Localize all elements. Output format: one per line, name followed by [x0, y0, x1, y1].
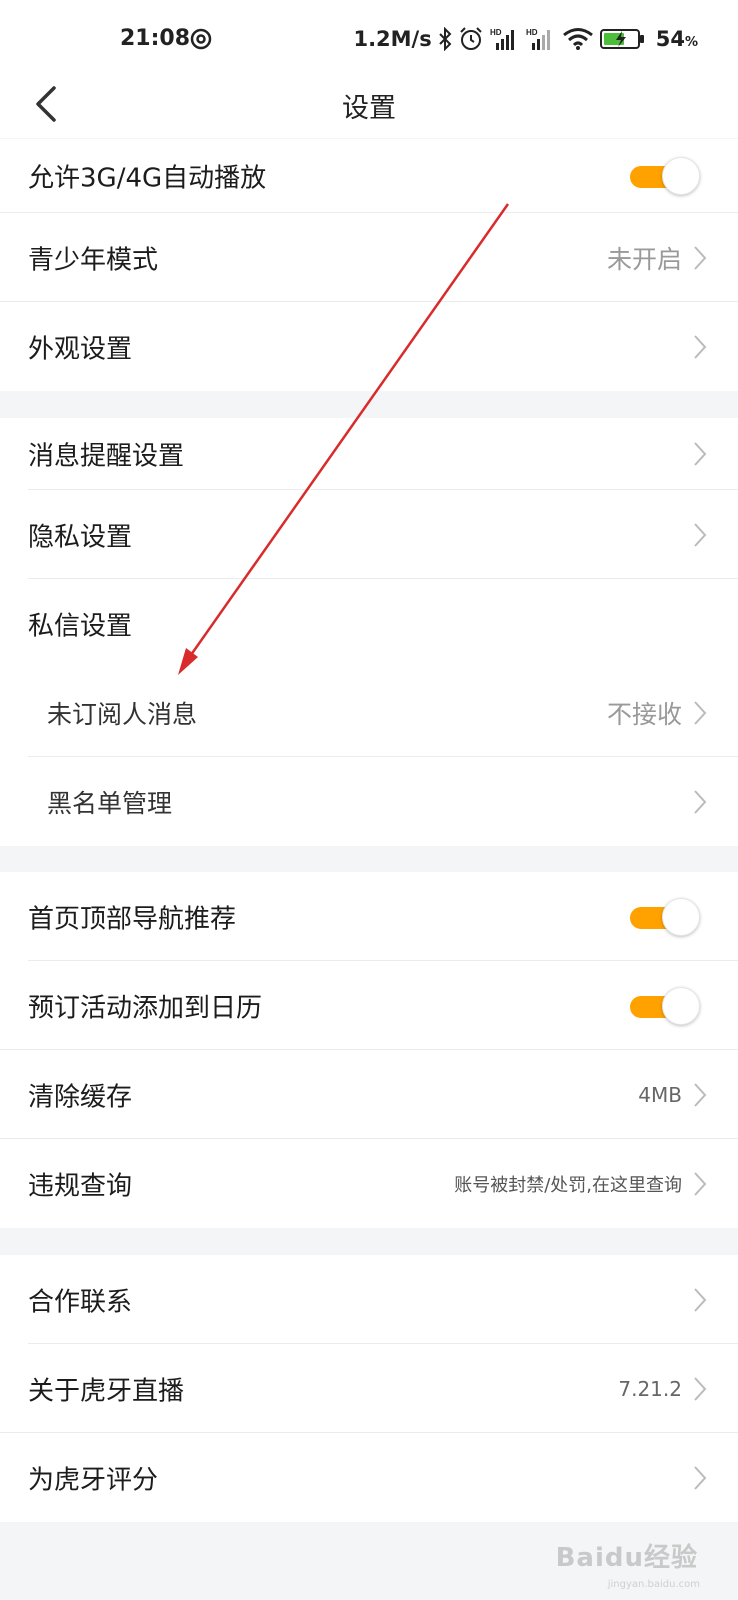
row-home-nav-recommend: 首页顶部导航推荐: [0, 872, 738, 961]
battery-percent-symbol: %: [684, 35, 698, 50]
settings-group-4: 合作联系 关于虎牙直播 7.21.2 为虎牙评分: [0, 1255, 738, 1522]
page-title: 设置: [342, 93, 396, 124]
row-clear-cache[interactable]: 清除缓存 4MB: [0, 1050, 738, 1139]
row-teen-mode[interactable]: 青少年模式 未开启: [0, 213, 738, 302]
row-privacy[interactable]: 隐私设置: [0, 490, 738, 579]
network-speed: 1.2M/s: [353, 27, 432, 51]
svg-text:HD: HD: [490, 28, 502, 37]
row-label: 黑名单管理: [47, 788, 173, 818]
wifi-icon: [562, 28, 593, 50]
row-label: 隐私设置: [28, 522, 133, 552]
hd-signal-icon: HD: [526, 28, 550, 50]
row-label: 消息提醒设置: [28, 441, 185, 472]
row-about[interactable]: 关于虎牙直播 7.21.2: [0, 1344, 738, 1433]
row-autoplay: 允许3G/4G自动播放: [0, 139, 738, 213]
row-cooperation[interactable]: 合作联系: [0, 1255, 738, 1344]
row-rate[interactable]: 为虎牙评分: [0, 1433, 738, 1522]
toggle-knob: [662, 157, 700, 195]
watermark: Baidu经验: [555, 1543, 698, 1573]
row-value: 未开启: [606, 244, 682, 274]
hd-signal-icon: HD: [490, 28, 514, 50]
row-label: 首页顶部导航推荐: [28, 904, 237, 934]
chevron-right-icon: [694, 789, 707, 814]
row-label: 允许3G/4G自动播放: [28, 163, 267, 194]
calendar-toggle[interactable]: [630, 986, 700, 1025]
row-label: 关于虎牙直播: [28, 1376, 185, 1406]
row-label: 未订阅人消息: [47, 699, 198, 729]
watermark-sub: jingyan.baidu.com: [607, 1579, 700, 1590]
chevron-right-icon: [694, 522, 707, 547]
settings-group-3: 首页顶部导航推荐 预订活动添加到日历 清除缓存 4MB 违规查询 账号被封禁/处…: [0, 872, 738, 1228]
row-label: 外观设置: [28, 334, 133, 364]
row-label: 青少年模式: [28, 245, 159, 275]
svg-text:HD: HD: [526, 28, 538, 37]
toggle-knob: [662, 897, 700, 936]
row-label: 合作联系: [28, 1287, 133, 1317]
chevron-right-icon: [694, 1171, 707, 1196]
row-value: 不接收: [606, 699, 682, 729]
status-bar: 21:08 1.2M/s HD HD 54%: [0, 0, 738, 80]
chevron-right-icon: [694, 1287, 707, 1312]
row-calendar: 预订活动添加到日历: [0, 961, 738, 1050]
row-label: 清除缓存: [28, 1082, 133, 1112]
at-icon: [190, 28, 212, 50]
row-label: 为虎牙评分: [28, 1465, 159, 1495]
row-notifications[interactable]: 消息提醒设置: [0, 418, 738, 490]
row-unsubscribed-messages[interactable]: 未订阅人消息 不接收: [0, 668, 738, 757]
bluetooth-icon: [439, 27, 452, 51]
battery-percent: 54%: [656, 27, 698, 51]
home-nav-toggle[interactable]: [630, 897, 700, 936]
chevron-right-icon: [694, 334, 707, 359]
chevron-right-icon: [694, 1082, 707, 1107]
settings-group-2: 消息提醒设置 隐私设置 私信设置 未订阅人消息 不接收 黑名单管理: [0, 418, 738, 846]
chevron-right-icon: [694, 245, 707, 270]
battery-charging-icon: [599, 29, 644, 49]
row-dm-settings-header: 私信设置: [0, 579, 738, 668]
row-appearance[interactable]: 外观设置: [0, 302, 738, 391]
chevron-right-icon: [694, 1376, 707, 1401]
row-value: 账号被封禁/处罚,在这里查询: [454, 1174, 682, 1196]
row-label: 私信设置: [28, 611, 133, 641]
chevron-right-icon: [694, 442, 707, 466]
status-time: 21:08: [120, 26, 191, 51]
row-violation-query[interactable]: 违规查询 账号被封禁/处罚,在这里查询: [0, 1139, 738, 1228]
alarm-icon: [460, 27, 482, 50]
nav-bar: 设置: [0, 80, 738, 138]
chevron-right-icon: [694, 1465, 707, 1490]
chevron-right-icon: [694, 700, 707, 725]
status-right: 1.2M/s HD HD 54%: [353, 24, 698, 54]
toggle-knob: [662, 986, 700, 1025]
row-label: 违规查询: [28, 1171, 133, 1201]
battery-percent-value: 54: [655, 27, 685, 51]
row-value: 7.21.2: [618, 1376, 682, 1401]
autoplay-toggle[interactable]: [630, 157, 700, 195]
row-value: 4MB: [638, 1082, 682, 1107]
row-blacklist[interactable]: 黑名单管理: [0, 757, 738, 846]
settings-group-1: 允许3G/4G自动播放 青少年模式 未开启 外观设置: [0, 139, 738, 391]
row-label: 预订活动添加到日历: [28, 993, 263, 1023]
